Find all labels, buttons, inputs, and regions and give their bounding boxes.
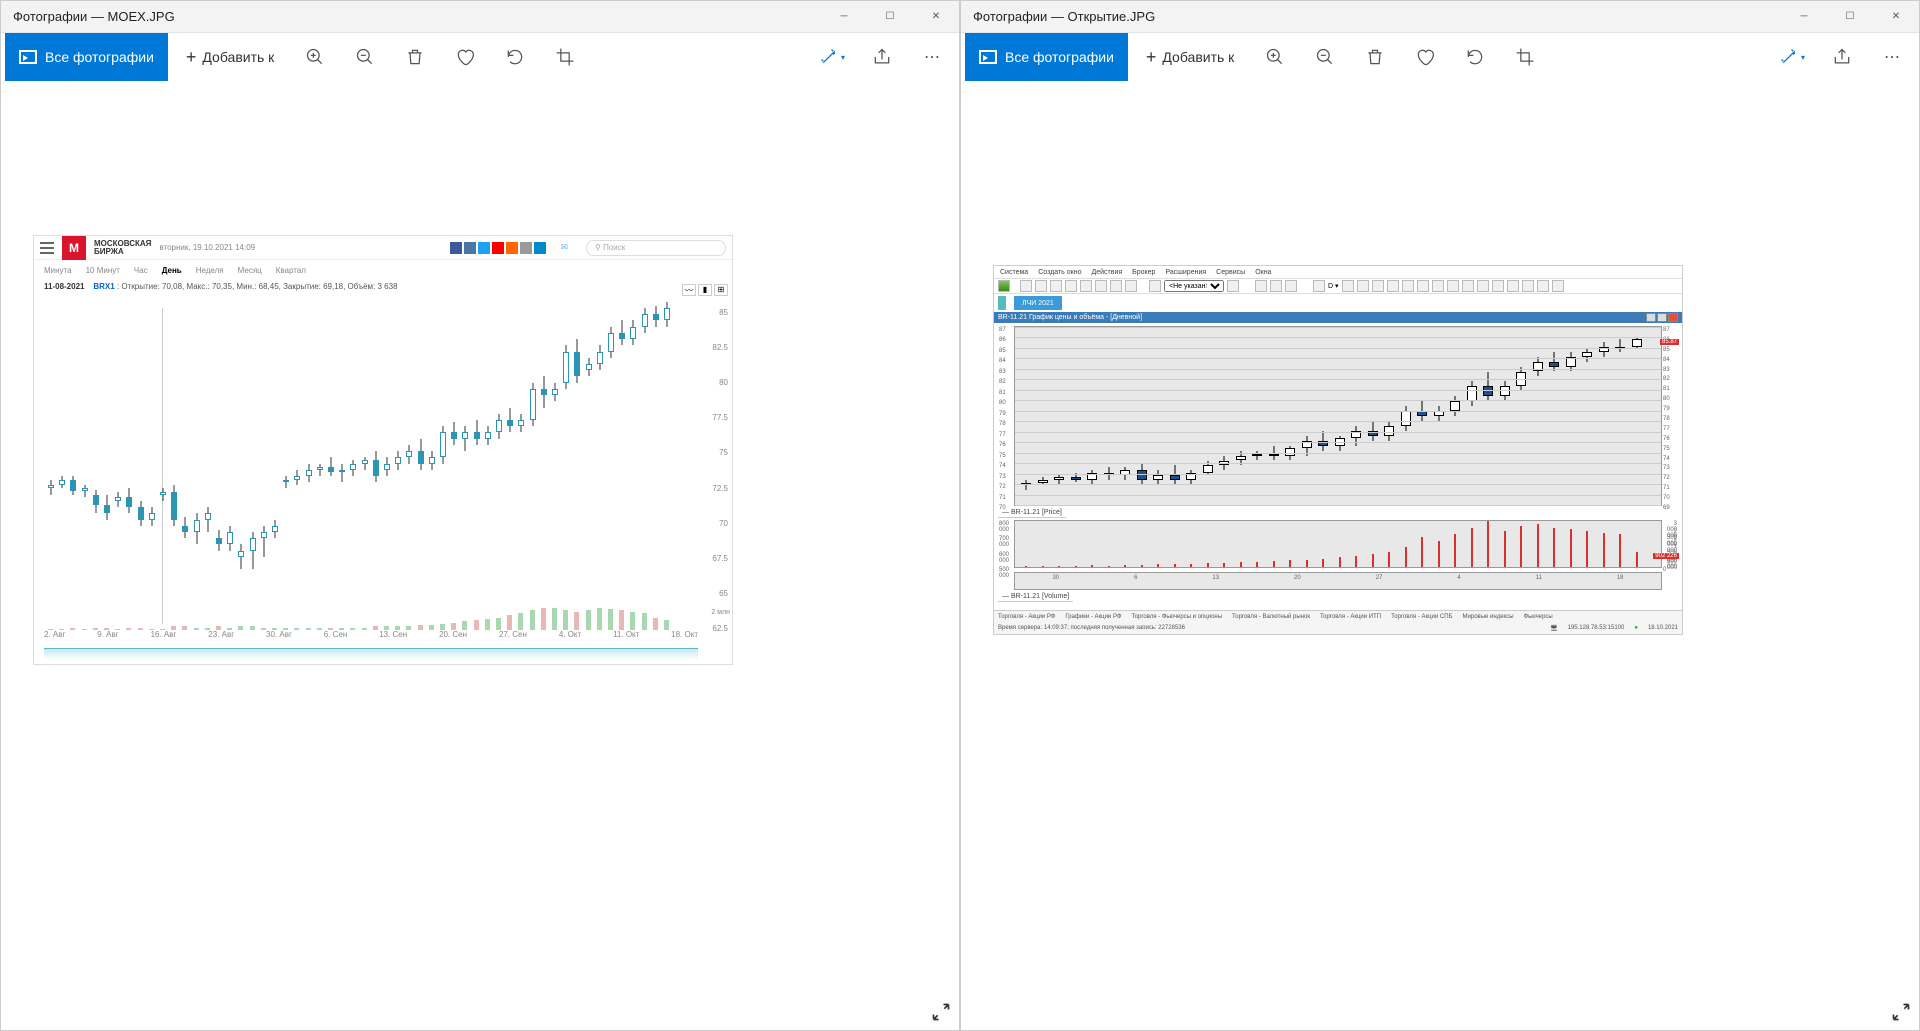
share-icon[interactable] — [859, 33, 905, 81]
moex-y-axis: 8582.58077.57572.57067.56562.5 — [700, 308, 728, 624]
otk-yaxis-left: 878685848382818079787776757473727170 — [999, 327, 1013, 505]
share-icon[interactable] — [1819, 33, 1865, 81]
otkrytie-screenshot: СистемаСоздать окноДействияБрокерРасшире… — [993, 265, 1683, 635]
maximize-button[interactable]: ☐ — [867, 1, 913, 33]
magic-wand-icon[interactable]: ▾ — [809, 33, 855, 81]
close-button[interactable]: ✕ — [913, 1, 959, 33]
moex-vol-label: 2 млн — [711, 609, 730, 616]
moex-nav-overview[interactable] — [44, 648, 698, 660]
window-controls: ─ ☐ ✕ — [821, 1, 959, 33]
rotate-icon[interactable] — [1452, 33, 1498, 81]
image-viewport-left: М МОСКОВСКАЯБИРЖА вторник, 19.10.2021 14… — [1, 81, 959, 1030]
otk-tab-indicator[interactable] — [998, 296, 1006, 310]
window-title: Фотографии — MOEX.JPG — [13, 9, 175, 24]
otk-subwindow-controls[interactable] — [1646, 313, 1678, 322]
trash-icon[interactable] — [1352, 33, 1398, 81]
zoom-in-icon[interactable] — [292, 33, 338, 81]
moex-ohlc-info: 11-08-2021 BRX1 : Открытие: 70,08, Макс.… — [34, 280, 732, 293]
otk-menubar[interactable]: СистемаСоздать окноДействияБрокерРасшире… — [994, 266, 1682, 278]
heart-icon[interactable] — [442, 33, 488, 81]
zoom-in-icon[interactable] — [1252, 33, 1298, 81]
server-icon: 🖥 — [1550, 625, 1558, 632]
otk-chart-titlebar[interactable]: BR-11.21 График цены и объёма - [Дневной… — [994, 312, 1682, 323]
more-icon[interactable]: ⋯ — [909, 33, 955, 81]
expand-icon[interactable] — [931, 1002, 951, 1022]
photos-window-left: Фотографии — MOEX.JPG ─ ☐ ✕ Все фотограф… — [0, 0, 960, 1031]
moex-header: М МОСКОВСКАЯБИРЖА вторник, 19.10.2021 14… — [34, 236, 732, 260]
zoom-out-icon[interactable] — [342, 33, 388, 81]
otk-vol-tag: 902 226 — [1653, 553, 1679, 559]
moex-datetime: вторник, 19.10.2021 14:09 — [159, 243, 255, 252]
add-to-button[interactable]: + Добавить к — [1132, 33, 1248, 81]
otk-yaxis-right: 87868584838281807978777675747372717069 — [1663, 327, 1677, 505]
otk-tabs-row: ЛЧИ 2021 — [994, 294, 1682, 312]
moex-timeframe-tabs[interactable]: Минута 10 Минут Час День Неделя Месяц Квартал — [34, 260, 732, 280]
moex-tab-День[interactable]: День — [162, 266, 182, 275]
mail-icon[interactable]: ✉ — [560, 242, 568, 253]
image-viewport-right: СистемаСоздать окноДействияБрокерРасшире… — [961, 81, 1919, 1030]
moex-logo: М — [62, 236, 86, 260]
titlebar-left[interactable]: Фотографии — MOEX.JPG ─ ☐ ✕ — [1, 1, 959, 33]
moex-tab-Квартал[interactable]: Квартал — [276, 266, 306, 275]
moex-search-input[interactable]: ⚲ Поиск — [586, 240, 726, 256]
moex-volume-area — [44, 606, 698, 630]
otk-price-label: — BR-11.21 [Price] — [998, 508, 1066, 518]
window-title: Фотографии — Открытие.JPG — [973, 9, 1155, 24]
zoom-out-icon[interactable] — [1302, 33, 1348, 81]
minimize-button[interactable]: ─ — [1781, 1, 1827, 33]
moex-screenshot: М МОСКОВСКАЯБИРЖА вторник, 19.10.2021 14… — [33, 235, 733, 665]
search-icon: ⚲ — [595, 243, 601, 252]
gallery-icon — [979, 50, 997, 64]
plus-icon: + — [1146, 47, 1157, 68]
status-dot-icon: ● — [1634, 625, 1638, 631]
window-controls: ─ ☐ ✕ — [1781, 1, 1919, 33]
close-button[interactable]: ✕ — [1873, 1, 1919, 33]
otk-toolbar[interactable]: <Не указан> D ▾ — [994, 278, 1682, 294]
see-all-photos-button[interactable]: Все фотографии — [965, 33, 1128, 81]
magic-wand-icon[interactable]: ▾ — [1769, 33, 1815, 81]
trash-icon[interactable] — [392, 33, 438, 81]
rotate-icon[interactable] — [492, 33, 538, 81]
gallery-icon — [19, 50, 37, 64]
photos-window-right: Фотографии — Открытие.JPG ─ ☐ ✕ Все фото… — [960, 0, 1920, 1031]
otk-x-axis: 30613202741118 — [1014, 572, 1662, 590]
see-all-photos-button[interactable]: Все фотографии — [5, 33, 168, 81]
toolbar-left: Все фотографии + Добавить к ▾ ⋯ — [1, 33, 959, 81]
plus-icon: + — [186, 47, 197, 68]
otk-vol-yaxis-left: 800 000700 000600 000500 000 — [999, 521, 1013, 567]
moex-tab-Неделя[interactable]: Неделя — [196, 266, 224, 275]
moex-brand-text: МОСКОВСКАЯБИРЖА — [94, 240, 151, 256]
moex-tab-Месяц[interactable]: Месяц — [238, 266, 262, 275]
moex-tab-10 Минут[interactable]: 10 Минут — [86, 266, 120, 275]
moex-chart-mode-icons[interactable]: 〰 ▮ ⊞ — [682, 284, 728, 296]
otk-tab-lchi[interactable]: ЛЧИ 2021 — [1014, 296, 1062, 310]
moex-tab-Минута[interactable]: Минута — [44, 266, 72, 275]
crop-icon[interactable] — [542, 33, 588, 81]
more-icon[interactable]: ⋯ — [1869, 33, 1915, 81]
moex-chart-area[interactable]: 8582.58077.57572.57067.56562.5 — [44, 308, 698, 624]
crop-icon[interactable] — [1502, 33, 1548, 81]
toolbar-right: Все фотографии + Добавить к ▾ ⋯ — [961, 33, 1919, 81]
minimize-button[interactable]: ─ — [821, 1, 867, 33]
titlebar-right[interactable]: Фотографии — Открытие.JPG ─ ☐ ✕ — [961, 1, 1919, 33]
moex-tab-Час[interactable]: Час — [134, 266, 148, 275]
otk-vol-yaxis-right: 3 000 0002 500 0002 000 0001 500 0001 00… — [1663, 521, 1677, 567]
moex-x-axis: 2. Авг9. Авг16. Авг23. Авг30. Авг6. Сен1… — [44, 630, 698, 644]
social-icons[interactable] — [450, 242, 546, 254]
hamburger-icon[interactable] — [40, 242, 54, 254]
heart-icon[interactable] — [1402, 33, 1448, 81]
otk-price-tag: 85.87 — [1660, 339, 1679, 345]
otk-volume-chart[interactable]: 800 000700 000600 000500 000 3 000 0002 … — [1014, 520, 1662, 568]
otk-volume-label: — BR-11.21 [Volume] — [998, 592, 1073, 602]
maximize-button[interactable]: ☐ — [1827, 1, 1873, 33]
otk-footer: Время сервера: 14:09:37; последняя получ… — [994, 622, 1682, 634]
otk-price-chart[interactable]: 878685848382818079787776757473727170 878… — [1014, 326, 1662, 506]
add-to-button[interactable]: + Добавить к — [172, 33, 288, 81]
otk-account-dropdown[interactable]: <Не указан> — [1164, 280, 1224, 292]
expand-icon[interactable] — [1891, 1002, 1911, 1022]
otk-statusbar-tabs[interactable]: Торговля - Акции РФГрафики - Акции РФТор… — [994, 610, 1682, 622]
